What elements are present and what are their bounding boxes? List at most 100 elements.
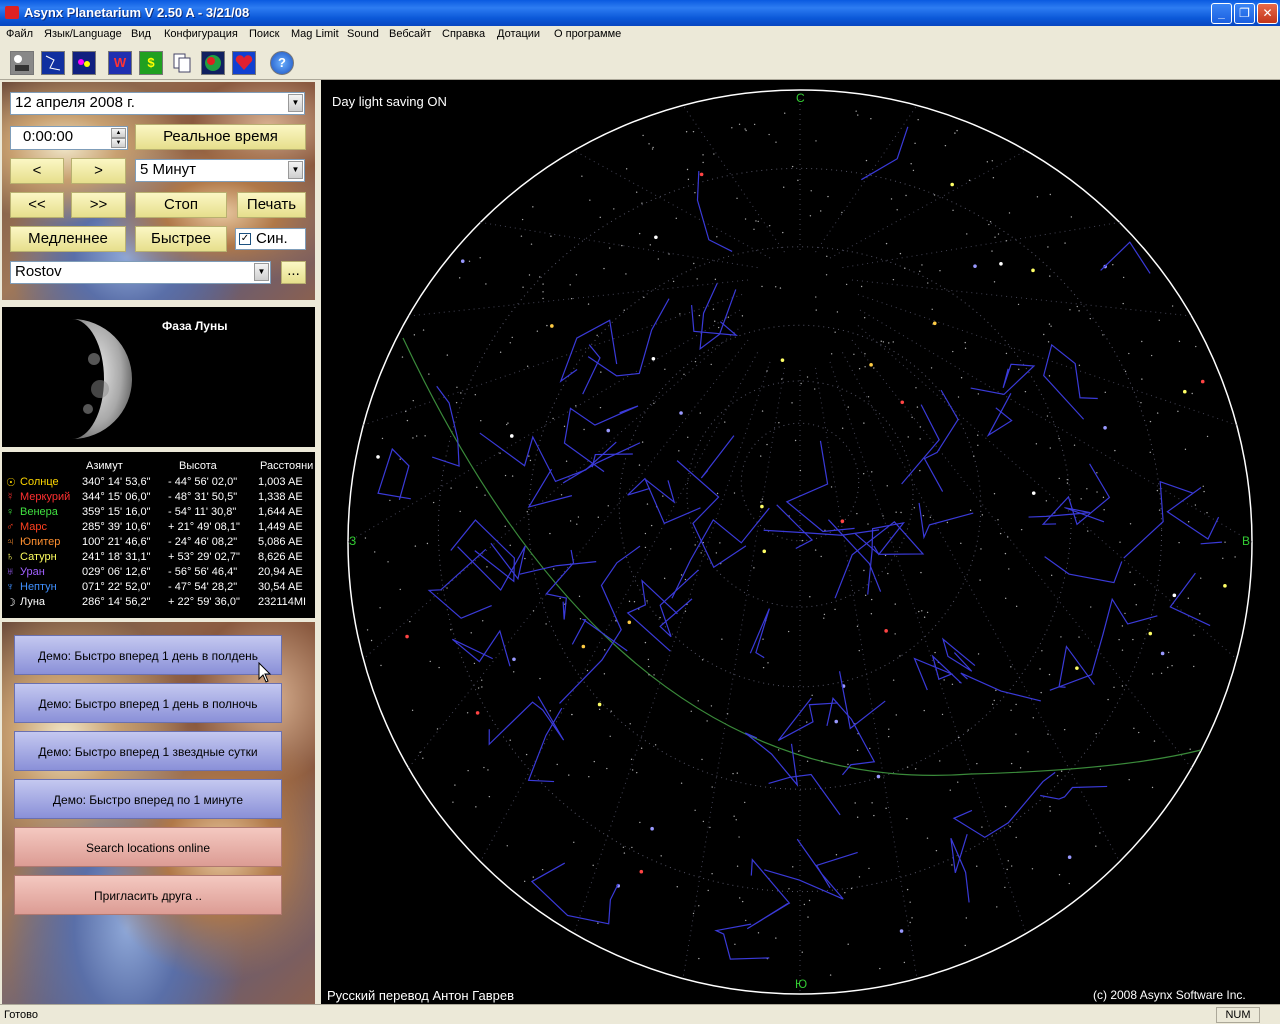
- constellation-icon[interactable]: [41, 51, 65, 75]
- star: [1005, 352, 1008, 355]
- minimize-button[interactable]: _: [1211, 3, 1232, 24]
- spin-down-icon[interactable]: ▼: [111, 138, 126, 148]
- star: [896, 209, 898, 211]
- star: [815, 296, 817, 298]
- demo-minute-button[interactable]: Демо: Быстро вперед по 1 минуте: [14, 779, 282, 819]
- star: [782, 231, 784, 234]
- photo-icon[interactable]: [10, 51, 34, 75]
- close-button[interactable]: ✕: [1257, 3, 1278, 24]
- star: [753, 123, 756, 126]
- invite-friend-button[interactable]: Пригласить друга ..: [14, 875, 282, 915]
- check-icon[interactable]: ✓: [239, 233, 251, 245]
- fast-forward-button[interactable]: >>: [71, 192, 126, 218]
- star: [719, 542, 721, 544]
- star: [1160, 672, 1163, 675]
- star: [603, 673, 606, 675]
- planet-row: ☿ Меркурий 344° 15' 06,0" - 48° 31' 50,5" 1,…: [6, 491, 315, 506]
- print-button[interactable]: Печать: [237, 192, 306, 218]
- menu-language[interactable]: Язык/Language: [44, 28, 122, 40]
- star: [1069, 309, 1071, 311]
- globe-icon[interactable]: [201, 51, 225, 75]
- fast-back-button[interactable]: <<: [10, 192, 64, 218]
- menu-config[interactable]: Конфигурация: [164, 28, 238, 40]
- sky-chart[interactable]: [321, 80, 1280, 1004]
- heart-icon[interactable]: [232, 51, 256, 75]
- sync-checkbox[interactable]: ✓ Син.: [235, 228, 306, 250]
- browse-location-button[interactable]: ...: [281, 261, 306, 284]
- faster-button[interactable]: Быстрее: [135, 226, 227, 252]
- star: [879, 967, 881, 970]
- sky-map[interactable]: Day light saving ON С Ю В З Русский пере…: [321, 80, 1280, 1004]
- demo-midnight-button[interactable]: Демо: Быстро вперед 1 день в полночь: [14, 683, 282, 723]
- star: [414, 545, 417, 547]
- star: [1006, 868, 1008, 871]
- star: [762, 638, 764, 640]
- planet-name: Солнце: [20, 476, 59, 488]
- window-title: Asynx Planetarium V 2.50 A - 3/21/08: [24, 5, 250, 20]
- star: [675, 217, 677, 220]
- menu-about[interactable]: О программе: [554, 28, 621, 40]
- star: [1129, 523, 1132, 525]
- menu-donations[interactable]: Дотации: [497, 28, 540, 40]
- star: [1149, 420, 1152, 423]
- location-select[interactable]: Rostov ▼: [10, 261, 271, 284]
- menu-website[interactable]: Вебсайт: [389, 28, 431, 40]
- menu-mag-limit[interactable]: Mag Limit: [291, 28, 339, 40]
- demo-sidereal-button[interactable]: Демо: Быстро вперед 1 звездные сутки: [14, 731, 282, 771]
- star: [761, 498, 764, 500]
- w-icon[interactable]: W: [108, 51, 132, 75]
- star: [1141, 378, 1143, 380]
- chevron-down-icon[interactable]: ▼: [254, 263, 269, 281]
- star: [694, 360, 697, 363]
- stars-icon[interactable]: [72, 51, 96, 75]
- star: [625, 168, 628, 170]
- star: [419, 751, 421, 754]
- next-step-button[interactable]: >: [71, 158, 126, 184]
- star: [599, 216, 601, 219]
- star: [939, 270, 941, 272]
- spin-up-icon[interactable]: ▲: [111, 128, 126, 138]
- star: [895, 714, 897, 716]
- star: [660, 855, 662, 857]
- search-locations-button[interactable]: Search locations online: [14, 827, 282, 867]
- star: [506, 845, 508, 847]
- star: [631, 769, 634, 771]
- star: [629, 723, 631, 725]
- star: [1177, 410, 1179, 413]
- star: [744, 128, 746, 130]
- dollar-icon[interactable]: $: [139, 51, 163, 75]
- star: [479, 257, 481, 259]
- star: [886, 485, 888, 487]
- moon-phase-title: Фаза Луны: [162, 319, 228, 333]
- copy-icon[interactable]: [170, 51, 194, 75]
- menu-view[interactable]: Вид: [131, 28, 151, 40]
- star: [914, 142, 916, 145]
- star: [664, 368, 666, 371]
- time-input[interactable]: 0:00:00 ▲ ▼: [10, 126, 128, 150]
- star: [559, 597, 561, 600]
- menu-file[interactable]: Файл: [6, 28, 33, 40]
- stop-button[interactable]: Стоп: [135, 192, 227, 218]
- star: [458, 277, 461, 279]
- star: [905, 194, 907, 197]
- menu-search[interactable]: Поиск: [249, 28, 279, 40]
- star: [721, 638, 723, 640]
- star: [528, 455, 530, 457]
- menu-sound[interactable]: Sound: [347, 28, 379, 40]
- star: [991, 250, 993, 252]
- star: [856, 749, 859, 752]
- demo-noon-button[interactable]: Демо: Быстро вперед 1 день в полдень: [14, 635, 282, 675]
- chevron-down-icon[interactable]: ▼: [288, 161, 303, 179]
- help-icon[interactable]: ?: [270, 51, 294, 75]
- step-select[interactable]: 5 Минут ▼: [135, 159, 305, 182]
- chevron-down-icon[interactable]: ▼: [288, 94, 303, 112]
- realtime-button[interactable]: Реальное время: [135, 124, 306, 150]
- star: [553, 568, 555, 570]
- star: [539, 677, 541, 680]
- prev-step-button[interactable]: <: [10, 158, 64, 184]
- date-select[interactable]: 12 апреля 2008 г. ▼: [10, 92, 305, 115]
- star: [694, 192, 696, 194]
- menu-help[interactable]: Справка: [442, 28, 485, 40]
- maximize-button[interactable]: ❐: [1234, 3, 1255, 24]
- slower-button[interactable]: Медленнее: [10, 226, 126, 252]
